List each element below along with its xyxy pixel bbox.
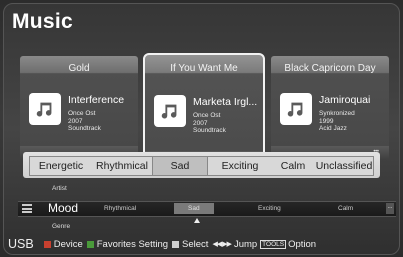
category-strip: Mood Rhythmical Sad Exciting Calm ... [18,201,396,217]
device-hint[interactable]: Device [54,239,83,250]
red-button-icon [43,240,51,248]
mood-option-rhythmical[interactable]: Rhythmical [92,160,152,172]
green-button-icon [86,240,94,248]
mood-option-energetic[interactable]: Energetic [30,160,92,172]
list-icon [22,204,32,213]
mood-option-exciting[interactable]: Exciting [208,160,272,172]
source-label: USB [8,237,34,251]
select-button-icon [172,240,180,248]
strip-item-calm[interactable]: Calm [338,205,353,212]
category-previous[interactable]: Artist [52,185,67,192]
card-track: Marketa Irgl... [193,96,258,108]
up-arrow-icon [194,218,200,223]
strip-item-rhythmical[interactable]: Rhythmical [104,205,136,212]
mood-selector: • • • Energetic Rhythmical Sad Exciting … [23,149,380,178]
category-next[interactable]: Genre [52,223,70,230]
strip-item-sad[interactable]: Sad [174,203,214,214]
mood-option-sad[interactable]: Sad [152,157,208,175]
card-track: Interference [68,94,125,106]
music-card-1[interactable]: Gold Interference Once Ost 2007 Soundtrack [20,56,138,160]
card-category: Black Capricorn Day [284,63,376,74]
music-note-icon [280,93,312,125]
music-card-2[interactable]: If You Want Me Marketa Irgl... Once Ost 2… [143,53,265,167]
music-card-3[interactable]: Black Capricorn Day Jamiroquai Synkroniz… [271,56,389,160]
card-category: If You Want Me [170,63,238,74]
card-meta: Once Ost 2007 Soundtrack [68,110,101,132]
strip-more-button[interactable]: ... [386,203,394,214]
help-bar: USB Device Favorites Setting Select ◀◀ ▶… [8,236,316,252]
card-meta: Synkronized 1999 Acid Jazz [319,110,355,132]
option-hint[interactable]: Option [288,239,316,250]
more-dots-icon: • • • [373,149,379,155]
rewind-forward-icon: ◀◀ ▶▶ [212,241,232,248]
music-note-icon [154,95,186,127]
strip-item-exciting[interactable]: Exciting [258,205,281,212]
card-track: Jamiroquai [319,94,371,106]
mood-option-calm[interactable]: Calm [272,160,314,172]
jump-hint[interactable]: Jump [234,239,257,250]
card-meta: Once Ost 2007 Soundtrack [193,112,226,134]
music-note-icon [29,93,61,125]
page-title: Music [12,10,74,33]
mood-option-unclassified[interactable]: Unclassified [314,160,374,172]
favorites-hint[interactable]: Favorites Setting [97,239,168,250]
select-hint[interactable]: Select [182,239,208,250]
tools-icon: TOOLS [260,239,287,249]
category-current[interactable]: Mood [48,201,78,215]
card-category: Gold [68,63,90,74]
